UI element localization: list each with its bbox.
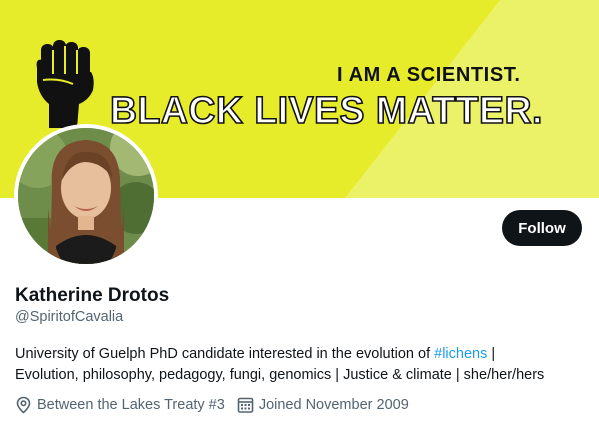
banner-text-blm: BLACK LIVES MATTER. [109, 89, 543, 133]
profile-meta: Between the Lakes Treaty #3 Joined Novem… [15, 395, 421, 415]
bio-text-1a: University of Guelph PhD candidate inter… [15, 346, 435, 362]
calendar-icon [237, 397, 254, 413]
profile-bio: University of Guelph PhD candidate inter… [15, 344, 590, 386]
bio-line-1: University of Guelph PhD candidate inter… [15, 344, 590, 365]
avatar[interactable] [14, 124, 158, 268]
banner-text-scientist: I AM A SCIENTIST. [337, 64, 521, 86]
follow-button[interactable]: Follow [502, 210, 582, 246]
location-pin-icon [16, 396, 31, 414]
hashtag-link[interactable]: #lichens [434, 346, 487, 362]
location-text: Between the Lakes Treaty #3 [37, 397, 225, 413]
joined-text: Joined November 2009 [258, 397, 409, 413]
location-item: Between the Lakes Treaty #3 [15, 396, 225, 414]
profile-handle: @SpiritofCavalia [15, 309, 124, 325]
avatar-photo [18, 128, 154, 264]
joined-item: Joined November 2009 [237, 396, 409, 414]
raised-fist-icon [36, 40, 94, 128]
bio-line-2: Evolution, philosophy, pedagogy, fungi, … [15, 367, 545, 383]
profile-name: Katherine Drotos [15, 285, 170, 306]
bio-text-1b: | [487, 346, 496, 362]
